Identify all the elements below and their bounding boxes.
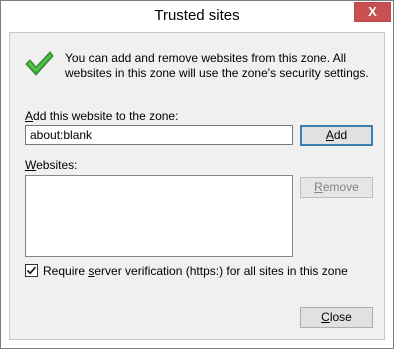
zone-info-text: You can add and remove websites from thi… <box>65 51 369 80</box>
green-checkmark-icon <box>23 47 55 79</box>
dialog-content: You can add and remove websites from thi… <box>9 32 385 340</box>
dialog-title: Trusted sites <box>154 7 240 24</box>
add-button[interactable]: Add <box>300 125 373 146</box>
title-bar[interactable]: Trusted sites X <box>1 1 393 32</box>
website-url-input[interactable] <box>25 125 293 145</box>
close-icon: X <box>368 4 377 19</box>
websites-list[interactable] <box>25 175 293 257</box>
trusted-sites-dialog: Trusted sites X You can add and remove w… <box>0 0 394 349</box>
add-website-label: Add this website to the zone: <box>25 109 179 123</box>
close-button[interactable]: Close <box>300 307 373 328</box>
require-https-checkbox[interactable] <box>25 264 38 277</box>
websites-label: Websites: <box>25 158 78 172</box>
close-window-button[interactable]: X <box>354 2 391 22</box>
checkmark-icon <box>26 266 37 275</box>
require-https-label[interactable]: Require server verification (https:) for… <box>43 264 348 278</box>
remove-button[interactable]: Remove <box>300 177 373 198</box>
